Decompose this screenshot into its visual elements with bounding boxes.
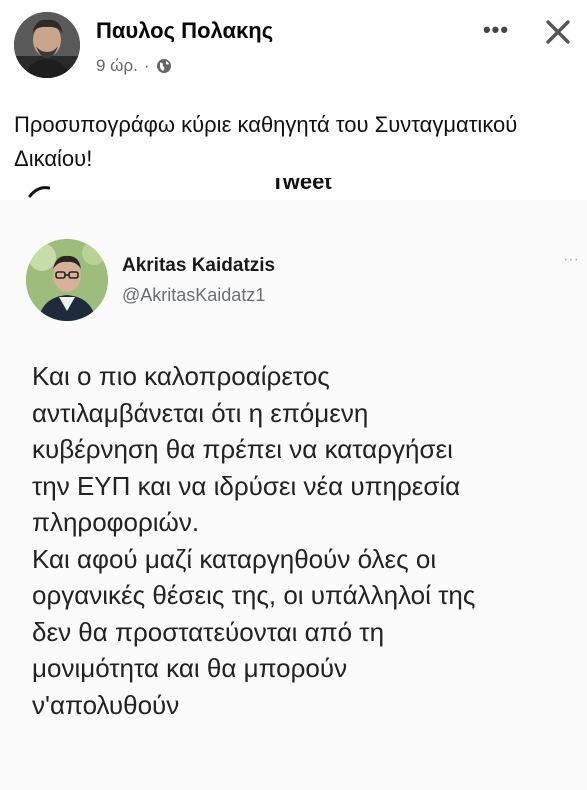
tweet-line: αντιλαμβάνεται ότι η επόμενη — [32, 397, 369, 428]
more-options-button[interactable]: ••• — [480, 16, 512, 46]
tweet-line: την ΕΥΠ και να ιδρύσει νέα υπηρεσία — [32, 470, 461, 501]
cropped-tweet-label: Tweet — [0, 178, 587, 200]
post-meta: 9 ώρ. · — [96, 56, 172, 76]
post-time[interactable]: 9 ώρ. — [96, 56, 138, 76]
tweet-line: κυβέρνηση θα πρέπει να καταργήσει — [32, 434, 453, 464]
tweet-text: Και ο πιο καλοπροαίρετος αντιλαμβάνεται … — [32, 358, 577, 723]
tweet-avatar-image — [26, 239, 108, 321]
tweet-line: δεν θα προστατεύονται από τη — [32, 616, 385, 647]
tweet-line: Και ο πιο καλοπροαίρετος — [32, 361, 330, 391]
post-text: Προσυπογράφω κύριε καθηγητά του Συνταγμα… — [14, 112, 518, 171]
tweet-author-handle[interactable]: @AkritasKaidatz1 — [122, 285, 265, 306]
tweet-card[interactable]: Akritas Kaidatzis @AkritasKaidatz1 ··· Κ… — [0, 200, 587, 790]
tweet-author-avatar[interactable] — [26, 239, 108, 321]
author-avatar[interactable] — [14, 12, 80, 78]
globe-icon[interactable] — [156, 58, 172, 74]
cropped-arrow-icon — [28, 186, 50, 198]
author-avatar-image — [14, 12, 80, 78]
tweet-line: ν'απολυθούν — [32, 689, 180, 720]
tweet-author-name[interactable]: Akritas Kaidatzis — [122, 255, 275, 277]
author-name[interactable]: Παυλος Πολακης — [96, 18, 273, 44]
post-header: Παυλος Πολακης 9 ώρ. · ••• — [0, 0, 587, 90]
tweet-more-button[interactable]: ··· — [560, 252, 582, 268]
tweet-line: μονιμότητα και θα μπορούν — [32, 653, 348, 683]
close-icon[interactable] — [538, 12, 578, 52]
tweet-line: πληροφοριών. — [32, 507, 200, 537]
tweet-line: Και αφού μαζί καταργηθούν όλες οι — [32, 543, 437, 574]
meta-separator: · — [143, 56, 150, 75]
tweet-fragment-label: Tweet — [271, 178, 332, 194]
tweet-line: οργανικές θέσεις της, οι υπάλληλοί της — [32, 580, 476, 610]
